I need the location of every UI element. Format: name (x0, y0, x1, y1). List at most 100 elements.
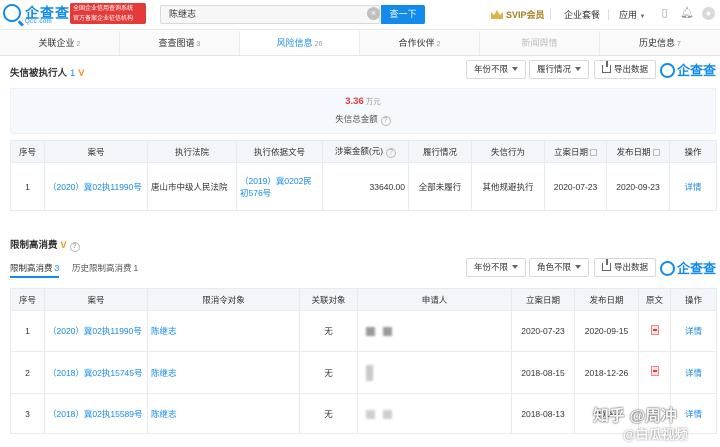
tab-news[interactable]: 新闻舆情 (480, 31, 600, 55)
column-header: 失信行为 (471, 140, 545, 163)
redacted-block (383, 409, 392, 419)
year-filter-dropdown[interactable]: 年份不限 (466, 60, 527, 79)
bell-icon[interactable]: 🔔︎ (680, 7, 694, 20)
detail-link[interactable]: 详情 (670, 351, 717, 394)
case-number-link[interactable]: （2020）冀02执11990号 (44, 310, 148, 352)
pdf-document-icon[interactable] (650, 324, 659, 335)
nav-apps[interactable]: 应用 ▼ (619, 8, 645, 21)
column-header-publish-date[interactable]: 发布日期 (606, 140, 670, 163)
column-header-amount[interactable]: 涉案金额(元)? (322, 140, 409, 163)
caret-down-icon: ▼ (639, 14, 646, 20)
caret-down-icon (575, 265, 582, 269)
row-index: 3 (10, 393, 45, 434)
column-header: 操作 (669, 140, 717, 163)
subtab-label: 历史限制高消费 (72, 263, 132, 273)
detail-link[interactable]: 详情 (670, 310, 717, 352)
tab-label: 查查图谱 (158, 38, 195, 48)
tab-count: 2 (76, 41, 81, 48)
column-header-label: 立案日期 (553, 146, 588, 157)
redacted-block (366, 364, 373, 381)
mobile-icon[interactable]: ▯ (658, 7, 671, 20)
year-filter-dropdown[interactable]: 年份不限 (466, 258, 527, 277)
video-watermark: @白瓜视频 (623, 427, 688, 442)
watermark-text: 企查查 (677, 63, 717, 78)
section-title-text: 失信被执行人 (10, 68, 68, 79)
search-icon (660, 261, 675, 276)
summary-label: 失信总金额? (11, 113, 715, 126)
subtab-label: 限制高消费 (10, 263, 53, 273)
logo[interactable]: 企查查 Qcc.com (3, 3, 69, 27)
target-link[interactable]: 陈继志 (147, 310, 300, 352)
tab-risk-info[interactable]: 风险信息 26 (240, 31, 360, 55)
section-count: 1 (70, 68, 76, 79)
tab-partners[interactable]: 合作伙伴 2 (360, 31, 480, 55)
row-index: 2 (10, 351, 45, 394)
related-value: 无 (299, 310, 358, 352)
case-number-link[interactable]: （2020）冀02执11990号 (44, 162, 148, 211)
tab-count: 26 (314, 41, 323, 48)
detail-link[interactable]: 详情 (669, 162, 717, 211)
target-link[interactable]: 陈继志 (147, 351, 300, 394)
column-header-filed-date[interactable]: 立案日期 (544, 140, 607, 163)
export-button[interactable]: 导出数据 (594, 258, 657, 277)
column-header: 履行情况 (408, 140, 472, 163)
nav-package[interactable]: 企业套餐 (564, 8, 600, 21)
export-label: 导出数据 (614, 262, 649, 272)
svip-label: SVIP会员 (506, 10, 545, 20)
table-header-row: 序号 案号 执行法院 执行依据文号 涉案金额(元)? 履行情况 失信行为 立案日… (10, 140, 717, 163)
v-badge-icon: V (78, 68, 85, 78)
slogan-line-1: 全国企业信用查询系统 (73, 5, 134, 12)
watermark-text: 企查查 (677, 261, 717, 276)
filed-date: 2018-08-15 (511, 351, 575, 394)
basis-number-link[interactable]: （2019）冀0202民初576号 (236, 162, 323, 211)
column-header: 操作 (670, 288, 717, 311)
caret-down-icon (575, 67, 582, 71)
column-header: 序号 (10, 288, 45, 311)
related-value: 无 (299, 393, 358, 434)
help-icon[interactable]: ? (69, 242, 80, 252)
sort-icon[interactable] (652, 148, 660, 156)
sort-icon[interactable] (590, 148, 597, 156)
role-filter-dropdown[interactable]: 角色不限 (529, 258, 590, 277)
publish-date: 2020-09-23 (606, 162, 670, 211)
table-row: 1 （2020）冀02执11990号 唐山市中级人民法院 （2019）冀0202… (10, 162, 717, 211)
subtab-restriction[interactable]: 限制高消费 3 (10, 262, 60, 278)
column-header: 序号 (10, 140, 45, 163)
dishonest-table: 序号 案号 执行法院 执行依据文号 涉案金额(元)? 履行情况 失信行为 立案日… (10, 140, 717, 211)
column-header: 原文 (638, 288, 671, 311)
section-title-restriction: 限制高消费 V? (10, 237, 80, 252)
search-input[interactable]: 陈继志 (160, 5, 380, 24)
related-value: 无 (299, 351, 358, 394)
target-link[interactable]: 陈继志 (147, 393, 300, 434)
tab-history[interactable]: 历史信息 7 (600, 31, 720, 55)
case-number-link[interactable]: （2018）冀02执15589号 (44, 393, 148, 434)
subtab-history-restriction[interactable]: 历史限制高消费 1 (72, 262, 138, 278)
tab-label: 新闻舆情 (521, 38, 558, 48)
case-number-link[interactable]: （2018）冀02执15745号 (44, 351, 148, 394)
pdf-document-icon[interactable] (650, 366, 659, 376)
help-icon[interactable]: ? (380, 116, 391, 126)
tab-graph[interactable]: 查查图谱 3 (120, 31, 240, 55)
redacted-block (366, 327, 375, 337)
section-title-dishonest: 失信被执行人 1 V (10, 65, 84, 79)
summary-amount: 3.36 万元 (11, 96, 715, 107)
column-header: 关联对象 (299, 288, 358, 311)
tab-related-companies[interactable]: 关联企业 2 (0, 31, 120, 55)
applicant-redacted (357, 351, 512, 394)
search-button[interactable]: 查一下 (381, 5, 425, 24)
tab-label: 关联企业 (38, 38, 75, 48)
court-name: 唐山市中级人民法院 (147, 162, 237, 211)
amount-value: 3.36 (345, 96, 364, 107)
export-button[interactable]: 导出数据 (594, 60, 657, 79)
tab-count: 3 (196, 41, 201, 48)
row-index: 1 (10, 310, 45, 352)
avatar[interactable]: ● (702, 7, 715, 20)
amount-value: 33640.00 (322, 162, 409, 211)
svip-link[interactable]: SVIP会员 (491, 8, 545, 21)
dropdown-value: 履行情况 (537, 64, 572, 74)
status-filter-dropdown[interactable]: 履行情况 (529, 60, 590, 79)
clear-icon[interactable]: × (367, 7, 380, 20)
export-label: 导出数据 (614, 64, 649, 74)
help-icon[interactable]: ? (386, 148, 397, 158)
subtab-count: 1 (133, 263, 139, 273)
